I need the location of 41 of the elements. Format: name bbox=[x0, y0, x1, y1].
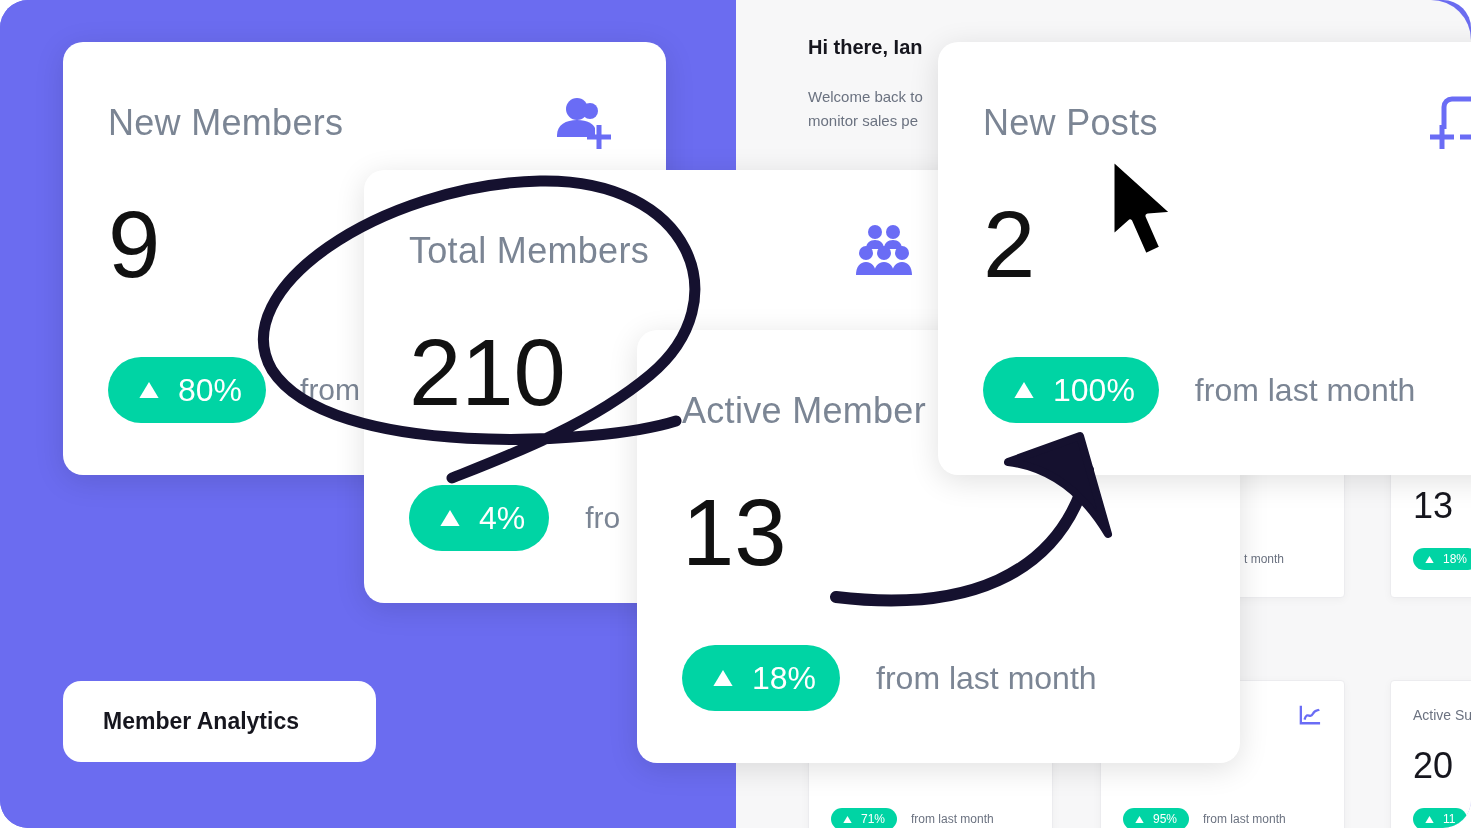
comparison-text: fro bbox=[585, 501, 621, 535]
comparison-text: from last month bbox=[911, 812, 994, 826]
metric-value: 210 bbox=[409, 328, 566, 418]
change-percent: 18% bbox=[752, 659, 817, 697]
triangle-up-icon bbox=[1425, 815, 1434, 823]
change-percent: 4% bbox=[479, 499, 526, 537]
change-percent: 80% bbox=[178, 371, 243, 409]
card-title: New Posts bbox=[983, 102, 1158, 144]
metric-value: 9 bbox=[108, 200, 161, 290]
triangle-up-icon bbox=[1425, 555, 1434, 563]
line-chart-icon bbox=[1298, 704, 1322, 726]
comparison-text: from last month bbox=[1194, 371, 1416, 409]
triangle-up-icon bbox=[138, 382, 160, 398]
metric-value: 20 bbox=[1413, 744, 1454, 788]
card-title: Active Su bbox=[1413, 707, 1471, 723]
member-analytics-button[interactable]: Member Analytics bbox=[63, 681, 376, 762]
change-percent: 100% bbox=[1053, 371, 1135, 409]
comparison-text: t month bbox=[1244, 552, 1285, 566]
add-post-icon bbox=[1430, 95, 1471, 151]
intro-text-line: monitor sales pe bbox=[808, 112, 919, 129]
comparison-text: from bbox=[300, 373, 361, 407]
triangle-up-icon bbox=[712, 670, 734, 686]
metric-value: 13 bbox=[1413, 484, 1454, 528]
metric-value: 13 bbox=[682, 488, 787, 578]
metric-value: 2 bbox=[983, 200, 1036, 290]
intro-text-line: Welcome back to bbox=[808, 88, 923, 105]
card-title: Active Member bbox=[682, 390, 926, 432]
card-title: New Members bbox=[108, 102, 344, 144]
change-percent: 18% bbox=[1443, 552, 1468, 566]
triangle-up-icon bbox=[439, 510, 461, 526]
triangle-up-icon bbox=[1135, 815, 1144, 823]
triangle-up-icon bbox=[843, 815, 852, 823]
change-percent: 95% bbox=[1153, 812, 1178, 826]
change-percent: 11 bbox=[1443, 812, 1456, 826]
comparison-text: from last month bbox=[876, 659, 1097, 697]
user-plus-icon bbox=[555, 95, 611, 151]
greeting-heading: Hi there, Ian bbox=[808, 36, 923, 59]
triangle-up-icon bbox=[1013, 382, 1035, 398]
change-percent: 71% bbox=[861, 812, 886, 826]
comparison-text: from last month bbox=[1203, 812, 1286, 826]
card-title: Total Members bbox=[409, 230, 649, 272]
